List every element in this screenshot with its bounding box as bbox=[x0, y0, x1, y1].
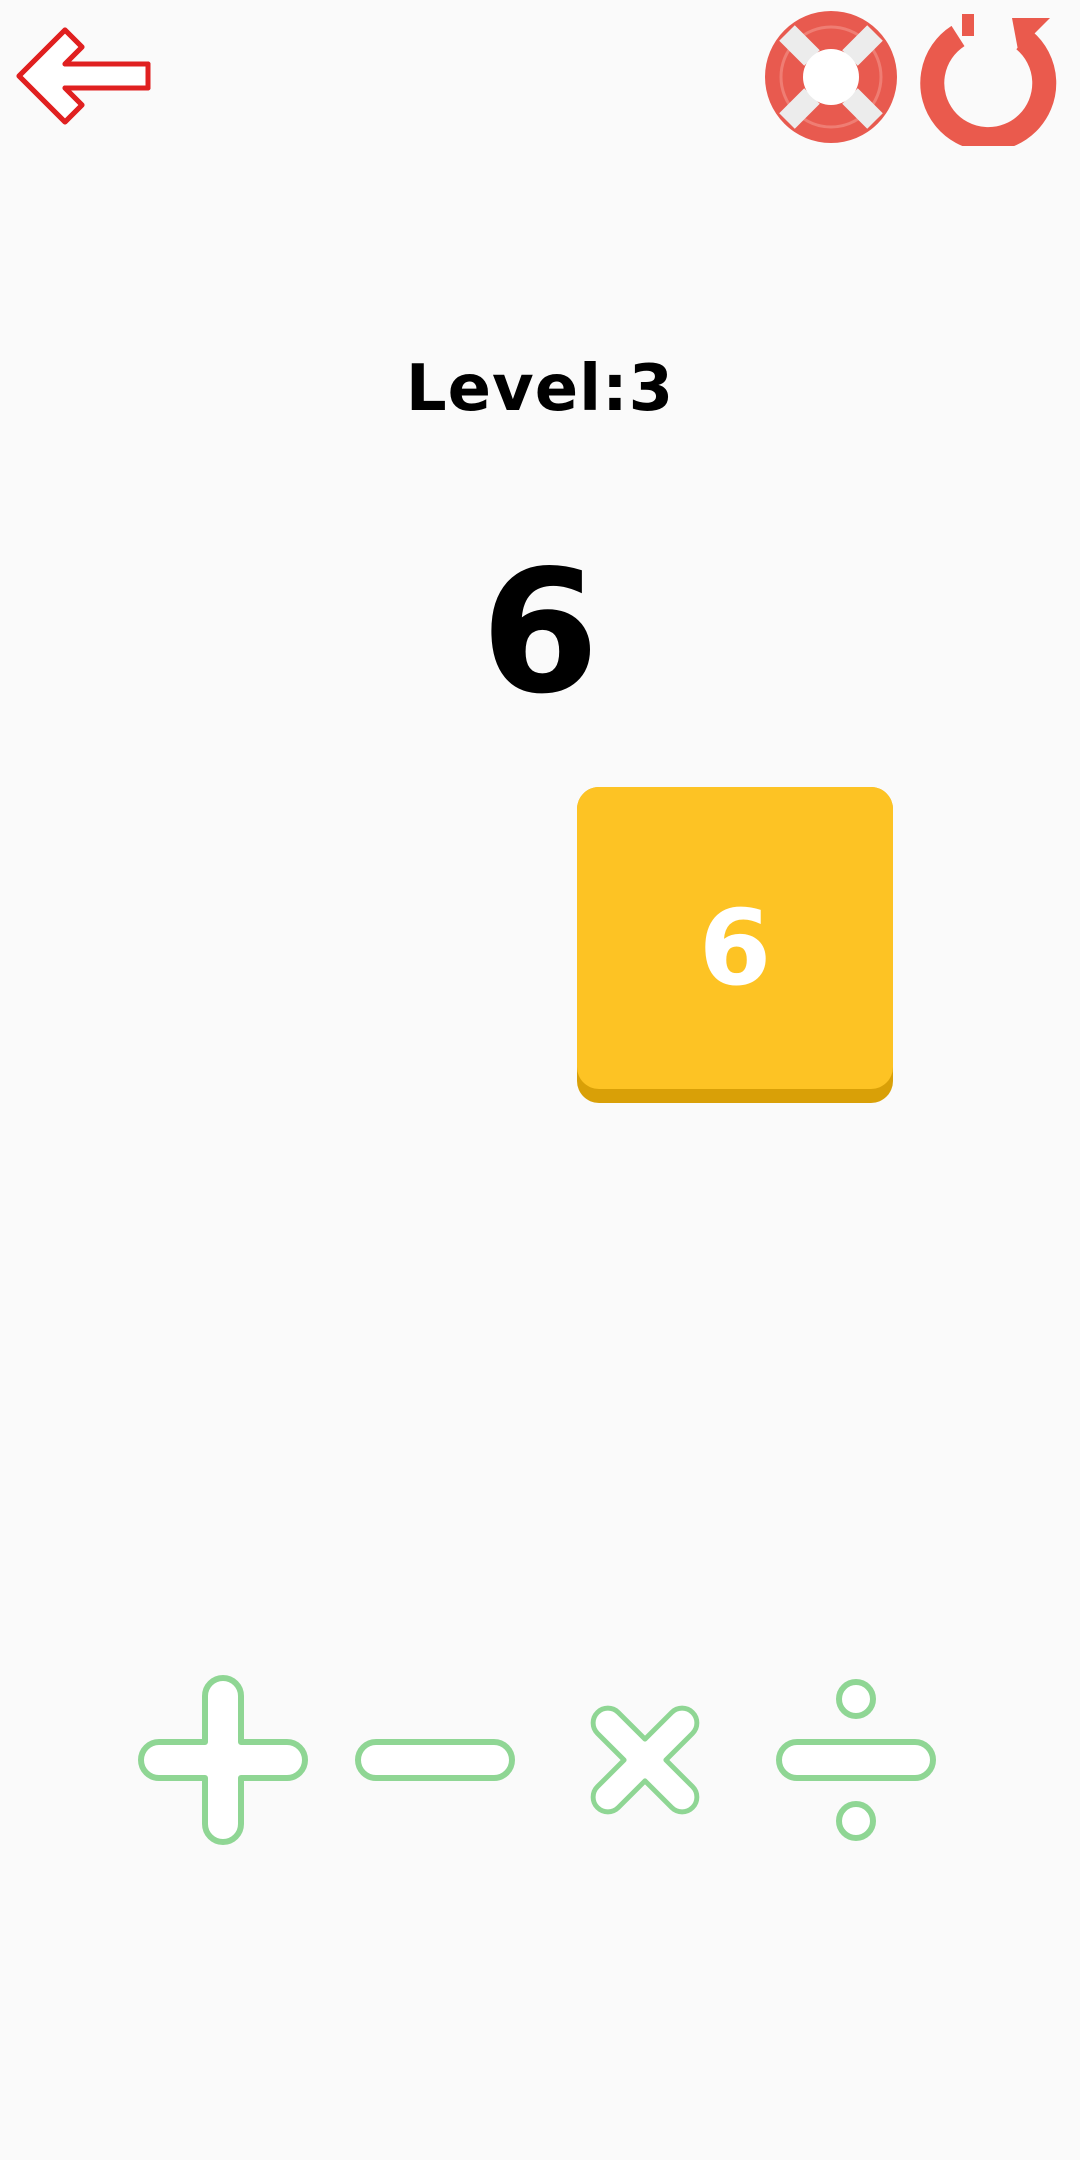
help-button[interactable] bbox=[762, 8, 900, 146]
plus-button[interactable] bbox=[138, 1675, 308, 1845]
target-number: 6 bbox=[480, 534, 600, 732]
number-tile[interactable]: 6 bbox=[577, 787, 893, 1103]
level-label: Level:3 bbox=[405, 352, 675, 426]
game-screen: Level:3 6 6 bbox=[0, 0, 1080, 2160]
restart-icon bbox=[920, 14, 1057, 152]
back-button[interactable] bbox=[10, 24, 160, 134]
divide-button[interactable] bbox=[771, 1675, 941, 1845]
restart-button[interactable] bbox=[916, 8, 1060, 152]
lifebuoy-icon bbox=[765, 11, 897, 143]
minus-icon bbox=[355, 1739, 515, 1781]
multiply-icon bbox=[590, 1705, 700, 1815]
multiply-button[interactable] bbox=[560, 1675, 730, 1845]
minus-button[interactable] bbox=[350, 1675, 520, 1845]
divide-icon bbox=[776, 1679, 936, 1841]
plus-icon bbox=[138, 1675, 308, 1845]
back-arrow-icon bbox=[16, 27, 151, 125]
number-tile-value: 6 bbox=[698, 887, 772, 1009]
number-tile-face: 6 bbox=[577, 787, 893, 1089]
